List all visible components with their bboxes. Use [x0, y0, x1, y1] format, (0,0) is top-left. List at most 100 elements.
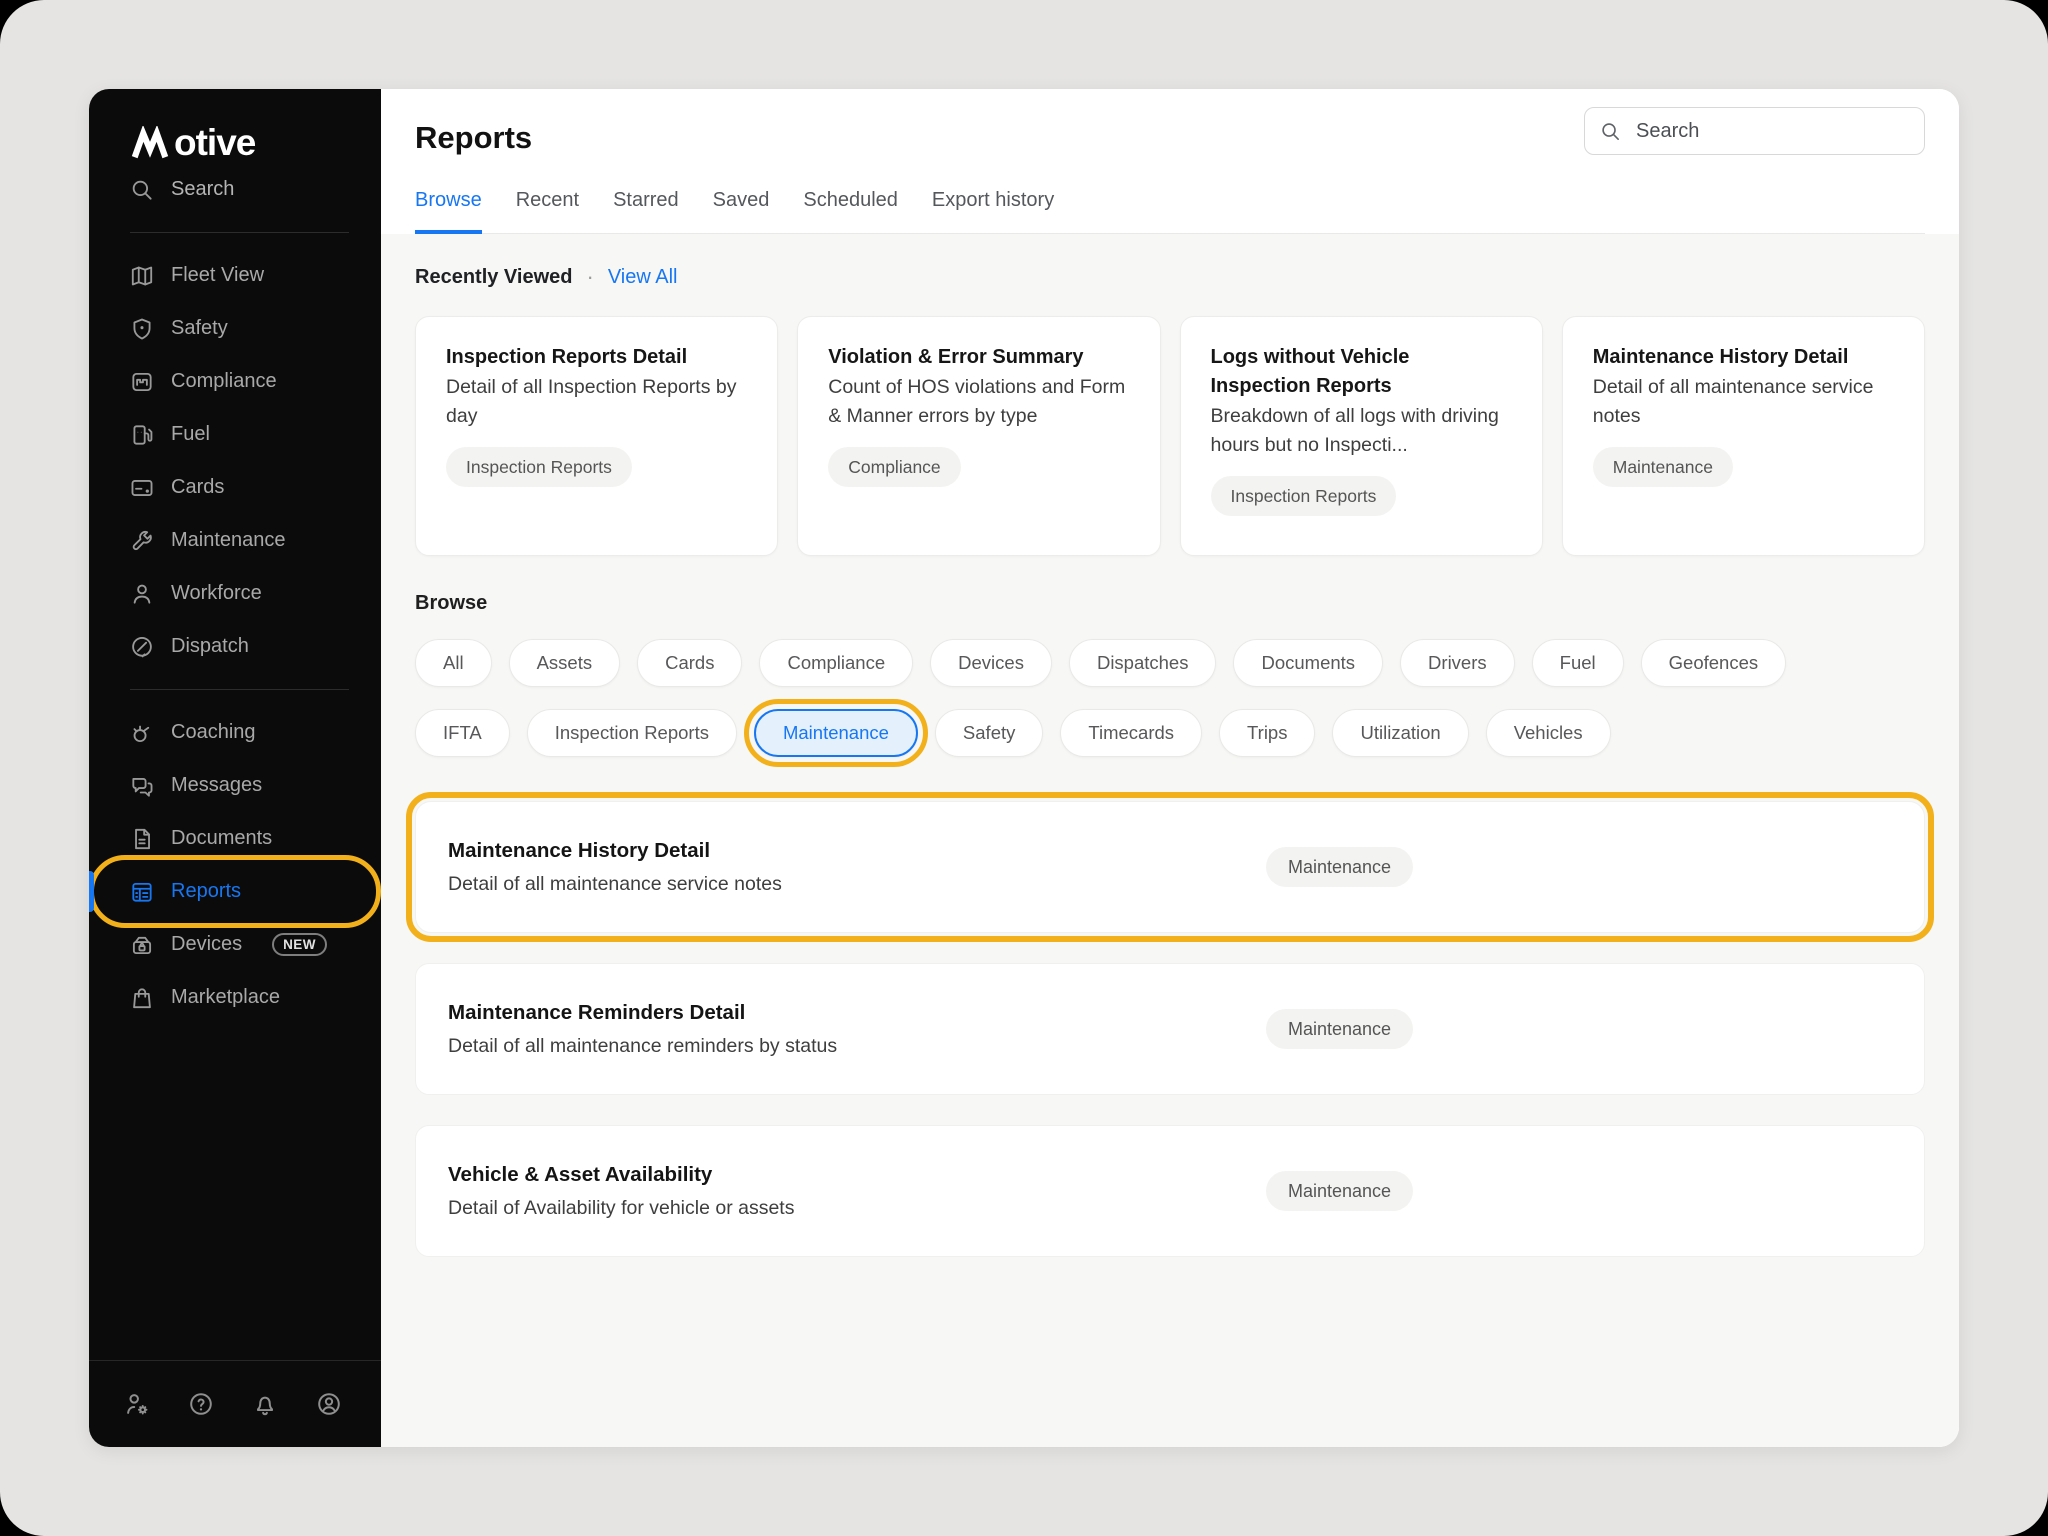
- sidebar-item-label: Workforce: [171, 582, 262, 605]
- help-button[interactable]: [187, 1390, 215, 1418]
- report-row-vehicle-asset-availability[interactable]: Vehicle & Asset AvailabilityDetail of Av…: [415, 1125, 1925, 1257]
- sidebar-item-reports[interactable]: Reports: [99, 865, 371, 918]
- recent-card[interactable]: Violation & Error SummaryCount of HOS vi…: [797, 316, 1160, 556]
- filter-chip-vehicles[interactable]: Vehicles: [1486, 709, 1611, 757]
- sidebar-item-dispatch[interactable]: Dispatch: [99, 620, 371, 673]
- coaching-icon: [129, 720, 155, 746]
- filter-chip-cards[interactable]: Cards: [637, 639, 742, 687]
- documents-icon: [129, 826, 155, 852]
- cards-icon: [129, 475, 155, 501]
- sidebar-item-fleet-view[interactable]: Fleet View: [99, 249, 371, 302]
- fuel-icon: [129, 422, 155, 448]
- compliance-icon: [129, 369, 155, 395]
- sidebar-item-messages[interactable]: Messages: [99, 759, 371, 812]
- sidebar-item-marketplace[interactable]: Marketplace: [99, 971, 371, 1024]
- sidebar-item-maintenance[interactable]: Maintenance: [99, 514, 371, 567]
- filter-chip-documents[interactable]: Documents: [1233, 639, 1383, 687]
- filter-chip-safety[interactable]: Safety: [935, 709, 1043, 757]
- view-all-link[interactable]: View All: [608, 266, 678, 289]
- sidebar-item-workforce[interactable]: Workforce: [99, 567, 371, 620]
- tab-starred[interactable]: Starred: [613, 189, 679, 234]
- sidebar-item-cards[interactable]: Cards: [99, 461, 371, 514]
- content-area: Recently Viewed · View All Inspection Re…: [381, 234, 1959, 1447]
- tab-export-history[interactable]: Export history: [932, 189, 1054, 234]
- report-title: Maintenance History Detail: [448, 838, 782, 864]
- sidebar-search[interactable]: Search: [99, 163, 371, 216]
- recent-card[interactable]: Maintenance History DetailDetail of all …: [1562, 316, 1925, 556]
- card-tag: Inspection Reports: [446, 447, 632, 487]
- card-tag: Compliance: [828, 447, 960, 487]
- report-row-text: Maintenance Reminders DetailDetail of al…: [448, 1000, 837, 1059]
- recent-card[interactable]: Inspection Reports DetailDetail of all I…: [415, 316, 778, 556]
- filter-chip-maintenance[interactable]: Maintenance: [754, 709, 918, 757]
- filter-chip-inspection-reports[interactable]: Inspection Reports: [527, 709, 737, 757]
- card-tag: Inspection Reports: [1211, 476, 1397, 516]
- active-indicator-bar: [89, 871, 94, 912]
- report-list: Maintenance History Detail Detail of all …: [415, 801, 1925, 1257]
- filter-chip-utilization[interactable]: Utilization: [1332, 709, 1468, 757]
- filter-chip-timecards[interactable]: Timecards: [1060, 709, 1202, 757]
- filter-chip-geofences[interactable]: Geofences: [1641, 639, 1786, 687]
- report-row-maintenance-history-detail[interactable]: Maintenance History Detail Detail of all …: [415, 801, 1925, 933]
- reports-search-box[interactable]: [1584, 107, 1925, 155]
- search-icon: [1599, 120, 1622, 143]
- card-description: Count of HOS violations and Form & Manne…: [828, 373, 1129, 431]
- sidebar-item-label: Devices: [171, 933, 242, 956]
- maintenance-icon: [129, 528, 155, 554]
- card-description: Breakdown of all logs with driving hours…: [1211, 402, 1512, 460]
- page-header: Reports BrowseRecentStarredSavedSchedule…: [381, 89, 1959, 234]
- marketplace-icon: [129, 985, 155, 1011]
- tab-scheduled[interactable]: Scheduled: [803, 189, 898, 234]
- reports-icon: [129, 879, 155, 905]
- sidebar-item-safety[interactable]: Safety: [99, 302, 371, 355]
- sidebar-item-devices[interactable]: Devices NEW: [99, 918, 371, 971]
- recent-card[interactable]: Logs without Vehicle Inspection ReportsB…: [1180, 316, 1543, 556]
- report-title: Vehicle & Asset Availability: [448, 1162, 794, 1188]
- sidebar-item-fuel[interactable]: Fuel: [99, 408, 371, 461]
- card-title: Violation & Error Summary: [828, 343, 1129, 372]
- app-window: otive Search Fleet ViewSafetyComplianceF…: [89, 89, 1959, 1447]
- sidebar-item-coaching[interactable]: Coaching: [99, 706, 371, 759]
- reports-search-input[interactable]: [1634, 119, 1910, 144]
- sidebar-item-label: Safety: [171, 317, 228, 340]
- report-description: Detail of all maintenance service notes: [448, 871, 782, 897]
- user-settings-button[interactable]: [123, 1390, 151, 1418]
- filter-chip-dispatches[interactable]: Dispatches: [1069, 639, 1217, 687]
- search-icon: [129, 177, 155, 203]
- filter-chip-assets[interactable]: Assets: [509, 639, 621, 687]
- tab-recent[interactable]: Recent: [516, 189, 579, 234]
- messages-icon: [129, 773, 155, 799]
- filter-chip-fuel[interactable]: Fuel: [1532, 639, 1624, 687]
- tab-browse[interactable]: Browse: [415, 189, 482, 234]
- account-button[interactable]: [315, 1390, 343, 1418]
- sidebar-item-compliance[interactable]: Compliance: [99, 355, 371, 408]
- filter-chip-compliance[interactable]: Compliance: [759, 639, 913, 687]
- browse-chips-row-1: All Assets Cards Compliance Devices Dispatche…: [415, 639, 1925, 687]
- recently-viewed-heading: Recently Viewed: [415, 266, 572, 289]
- sidebar: otive Search Fleet View Safety ComplianceF…: [89, 89, 381, 1447]
- dot-separator: ·: [586, 264, 593, 290]
- browse-heading: Browse: [415, 592, 1925, 615]
- sidebar-item-documents[interactable]: Documents: [99, 812, 371, 865]
- fleet-view-icon: [129, 263, 155, 289]
- report-tag: Maintenance: [1266, 1171, 1413, 1211]
- devices-icon: [129, 932, 155, 958]
- report-title: Maintenance Reminders Detail: [448, 1000, 837, 1026]
- filter-chip-drivers[interactable]: Drivers: [1400, 639, 1515, 687]
- recently-viewed-cards: Inspection Reports DetailDetail of all I…: [415, 316, 1925, 556]
- filter-chip-trips[interactable]: Trips: [1219, 709, 1315, 757]
- report-tag: Maintenance: [1266, 847, 1413, 887]
- report-tag: Maintenance: [1266, 1009, 1413, 1049]
- tab-saved[interactable]: Saved: [713, 189, 770, 234]
- sidebar-item-label: Documents: [171, 827, 272, 850]
- sidebar-item-label: Reports: [171, 880, 241, 903]
- report-row-maintenance-reminders-detail[interactable]: Maintenance Reminders DetailDetail of al…: [415, 963, 1925, 1095]
- report-row-text: Maintenance History Detail Detail of all …: [448, 838, 782, 897]
- sidebar-divider: [130, 689, 349, 690]
- motive-wordmark: otive: [174, 126, 255, 160]
- new-badge: NEW: [272, 933, 327, 956]
- filter-chip-devices[interactable]: Devices: [930, 639, 1052, 687]
- notifications-button[interactable]: [251, 1390, 279, 1418]
- filter-chip-ifta[interactable]: IFTA: [415, 709, 510, 757]
- filter-chip-all[interactable]: All: [415, 639, 492, 687]
